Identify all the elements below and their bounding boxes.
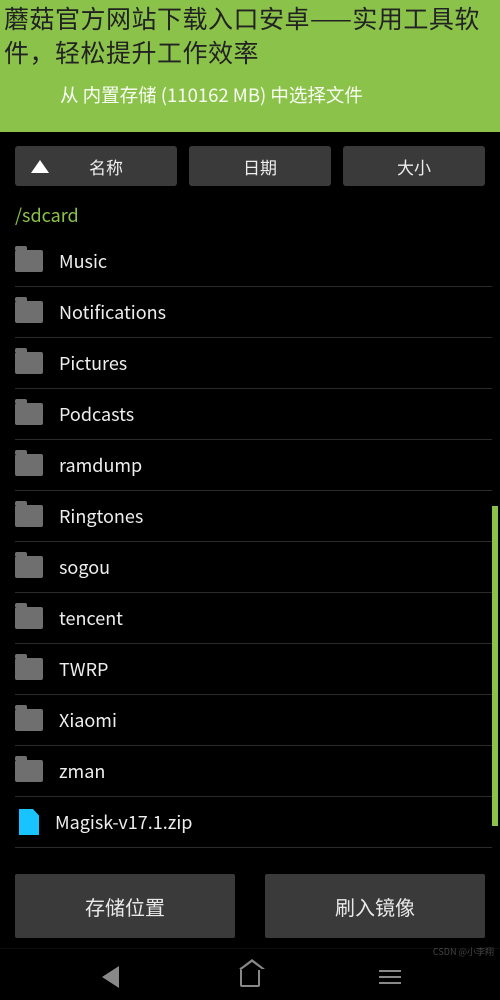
folder-row[interactable]: Xiaomi — [15, 695, 492, 746]
current-path: /sdcard — [0, 194, 500, 236]
sort-name-label: 名称 — [89, 154, 123, 179]
sort-by-date[interactable]: 日期 — [189, 146, 331, 186]
folder-row[interactable]: Podcasts — [15, 389, 492, 440]
recent-icon — [379, 970, 401, 984]
flash-image-button[interactable]: 刷入镜像 — [265, 874, 485, 938]
sort-by-name[interactable]: 名称 — [15, 146, 177, 186]
folder-icon — [15, 505, 43, 527]
folder-icon — [15, 250, 43, 272]
folder-icon — [15, 607, 43, 629]
page-overlay-title: 蘑菇官方网站下载入口安卓——实用工具软件，轻松提升工作效率 — [0, 0, 500, 72]
folder-row[interactable]: Music — [15, 236, 492, 287]
nav-home-button[interactable] — [236, 963, 264, 991]
android-navbar — [0, 948, 500, 1000]
folder-row[interactable]: zman — [15, 746, 492, 797]
file-name-label: tencent — [59, 605, 123, 631]
file-row[interactable]: Magisk-v17.1.zip — [15, 797, 492, 848]
folder-row[interactable]: sogou — [15, 542, 492, 593]
file-name-label: ramdump — [59, 452, 142, 478]
file-list: Music Notifications Pictures Podcasts ramdum… — [0, 236, 500, 848]
file-name-label: zman — [59, 758, 105, 784]
folder-icon — [15, 556, 43, 578]
file-name-label: Xiaomi — [59, 707, 117, 733]
back-icon — [102, 966, 119, 988]
file-name-label: Podcasts — [59, 401, 134, 427]
sort-date-label: 日期 — [243, 154, 277, 179]
folder-icon — [15, 658, 43, 680]
home-icon — [240, 967, 260, 987]
file-name-label: Notifications — [59, 299, 166, 325]
scrollbar-thumb[interactable] — [492, 506, 498, 826]
sort-size-label: 大小 — [397, 154, 431, 179]
folder-row[interactable]: Notifications — [15, 287, 492, 338]
file-icon — [19, 809, 39, 835]
folder-icon — [15, 709, 43, 731]
file-name-label: Music — [59, 248, 107, 274]
folder-icon — [15, 352, 43, 374]
sort-by-size[interactable]: 大小 — [343, 146, 485, 186]
bottom-action-bar: 存储位置 刷入镜像 — [0, 856, 500, 948]
watermark: CSDN @小李翔 — [433, 945, 494, 958]
folder-icon — [15, 403, 43, 425]
folder-row[interactable]: tencent — [15, 593, 492, 644]
folder-icon — [15, 301, 43, 323]
folder-row[interactable]: TWRP — [15, 644, 492, 695]
header-subtitle: 从 内置存储 (110162 MB) 中选择文件 — [0, 76, 500, 118]
folder-row[interactable]: Pictures — [15, 338, 492, 389]
file-list-scroll[interactable]: Music Notifications Pictures Podcasts ramdum… — [0, 236, 500, 856]
storage-location-button[interactable]: 存储位置 — [15, 874, 235, 938]
nav-recent-button[interactable] — [376, 963, 404, 991]
file-name-label: TWRP — [59, 656, 108, 682]
folder-row[interactable]: Ringtones — [15, 491, 492, 542]
file-name-label: sogou — [59, 554, 110, 580]
file-name-label: Ringtones — [59, 503, 143, 529]
phone-frame: 从 内置存储 (110162 MB) 中选择文件 名称 日期 大小 /sdcar… — [0, 0, 500, 1000]
sort-bar: 名称 日期 大小 — [0, 132, 500, 194]
folder-icon — [15, 760, 43, 782]
file-name-label: Magisk-v17.1.zip — [55, 809, 192, 835]
folder-icon — [15, 454, 43, 476]
folder-row[interactable]: ramdump — [15, 440, 492, 491]
file-name-label: Pictures — [59, 350, 127, 376]
nav-back-button[interactable] — [96, 963, 124, 991]
